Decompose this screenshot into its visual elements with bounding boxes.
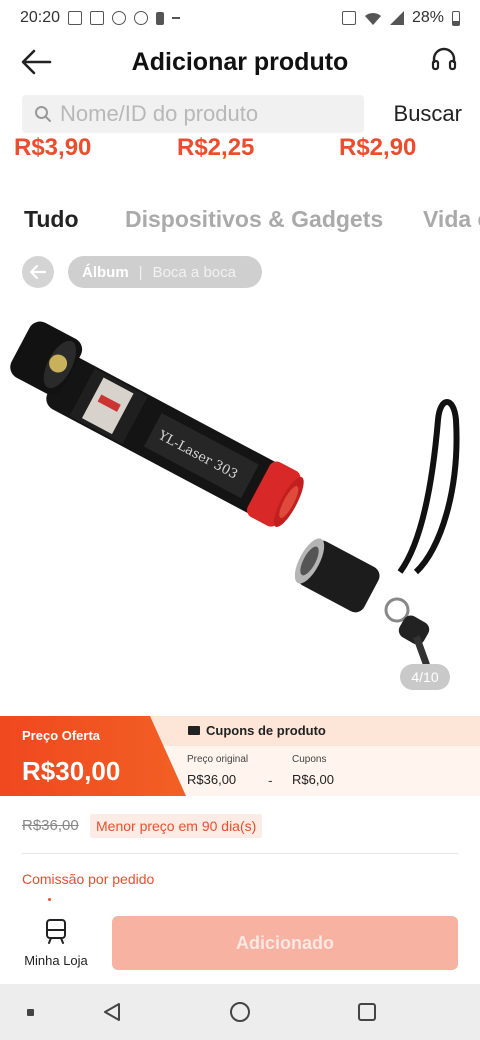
- header: Adicionar produto: [0, 36, 480, 88]
- product-price[interactable]: R$2,90: [339, 134, 416, 162]
- more-notifications-icon: [172, 17, 181, 19]
- back-button[interactable]: [20, 46, 56, 78]
- search-box[interactable]: [22, 95, 364, 133]
- ticket-icon: [188, 726, 200, 735]
- old-price: R$36,00: [22, 817, 79, 834]
- voicemail-notification-icon: [112, 11, 127, 25]
- battery-percent: 28%: [411, 9, 444, 26]
- album-tab[interactable]: Álbum: [82, 264, 129, 281]
- tab-vida[interactable]: Vida e: [423, 206, 480, 233]
- search-input[interactable]: [60, 101, 350, 127]
- signal-icon: [389, 11, 404, 25]
- page-title: Adicionar produto: [131, 47, 349, 76]
- product-price[interactable]: R$3,90: [14, 134, 91, 162]
- status-bar: 20:20 28%: [0, 0, 480, 36]
- circle-home-icon: [230, 1002, 250, 1022]
- original-price-value: R$36,00: [187, 772, 237, 787]
- category-tabs: Tudo Dispositivos & Gadgets Vida e: [0, 200, 480, 242]
- divider: [22, 853, 458, 854]
- commission-label: Comissão por pedido: [22, 871, 155, 887]
- coupons-value: R$6,00: [292, 772, 334, 787]
- content-marker: [48, 898, 51, 901]
- offer-banner: Preço Oferta R$30,00 Cupons de produto P…: [0, 716, 480, 796]
- support-button[interactable]: [430, 46, 460, 76]
- album-back-button[interactable]: [22, 256, 54, 288]
- nav-menu-button[interactable]: [0, 984, 60, 1040]
- coupon-title: Cupons de produto: [188, 723, 326, 738]
- product-image[interactable]: YL-Laser 303: [0, 300, 480, 715]
- status-left: 20:20: [20, 9, 181, 27]
- wifi-icon: [364, 12, 381, 25]
- system-nav-bar: [0, 984, 480, 1040]
- search-row: Buscar: [22, 94, 462, 134]
- original-price-label: Preço original: [187, 754, 249, 765]
- arrow-left-icon: [21, 49, 52, 75]
- product-price[interactable]: R$2,25: [177, 134, 254, 162]
- gallery-notification-icon: [68, 11, 83, 25]
- my-store-button[interactable]: Minha Loja: [20, 916, 92, 972]
- sim-notification-icon: [156, 11, 165, 25]
- money-notification-icon: [134, 11, 149, 25]
- tab-tudo[interactable]: Tudo: [24, 206, 79, 233]
- headset-icon: [431, 47, 457, 71]
- nav-home-button[interactable]: [210, 984, 270, 1040]
- image-page-indicator: 4/10: [400, 664, 450, 690]
- store-icon: [46, 919, 66, 944]
- vibrate-icon: [341, 11, 356, 25]
- offer-price: R$30,00: [22, 756, 121, 786]
- coupons-label: Cupons: [292, 754, 327, 765]
- battery-icon: [452, 10, 460, 26]
- my-store-label: Minha Loja: [24, 953, 88, 968]
- square-dot-icon: [26, 1008, 34, 1016]
- status-time: 20:20: [20, 9, 61, 26]
- search-icon: [35, 106, 51, 122]
- nav-back-button[interactable]: [82, 984, 142, 1040]
- tab-dispositivos-gadgets[interactable]: Dispositivos & Gadgets: [125, 206, 383, 233]
- arrow-left-icon: [29, 264, 47, 280]
- coupon-title-text: Cupons de produto: [206, 723, 326, 738]
- lowest-price-badge: Menor preço em 90 dia(s): [90, 814, 263, 838]
- word-of-mouth-tab[interactable]: Boca a boca: [153, 264, 236, 281]
- triangle-back-icon: [104, 1003, 120, 1021]
- search-button[interactable]: Buscar: [394, 101, 462, 127]
- added-button[interactable]: Adicionado: [112, 916, 458, 970]
- news-notification-icon: [90, 11, 105, 25]
- status-right: 28%: [341, 9, 460, 27]
- prices-strip: R$3,90 R$2,25 R$2,90: [0, 134, 480, 168]
- offer-label: Preço Oferta: [22, 728, 101, 743]
- album-separator: |: [138, 263, 143, 281]
- square-recents-icon: [358, 1003, 376, 1021]
- minus-sign: -: [268, 772, 273, 788]
- album-switch: Álbum | Boca a boca: [68, 256, 262, 288]
- laser-pointer-image: YL-Laser 303: [10, 321, 460, 667]
- nav-recents-button[interactable]: [337, 984, 397, 1040]
